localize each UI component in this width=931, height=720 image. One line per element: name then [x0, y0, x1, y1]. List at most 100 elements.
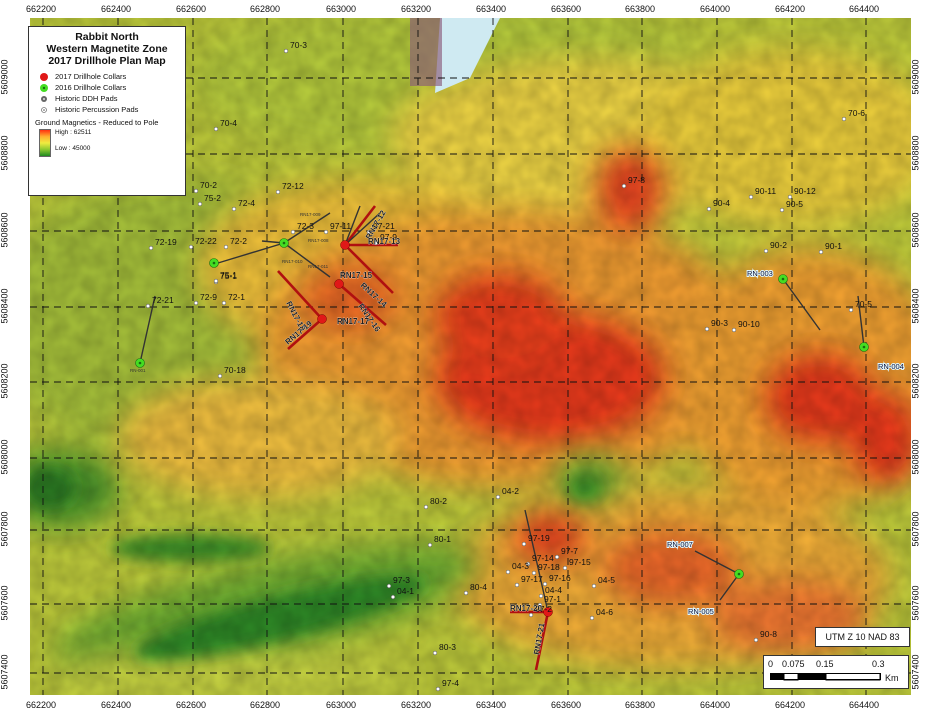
y-tick-label-left: 5607600 [0, 585, 10, 621]
collar-2017[interactable] [334, 279, 344, 289]
color-ramp-bar [39, 129, 51, 157]
y-tick-label-right: 5609000 [910, 59, 921, 95]
pad-label: 90-5 [786, 199, 803, 209]
x-tick-label-bottom: 663800 [625, 700, 656, 710]
x-tick-label-top: 664400 [849, 4, 880, 14]
historic-pad-dot[interactable] [521, 541, 527, 547]
historic-pad-dot[interactable] [554, 554, 560, 560]
y-tick-label-left: 5608600 [0, 212, 10, 248]
pad-label: 90-2 [770, 240, 787, 250]
y-tick-label-left: 5609000 [0, 59, 10, 95]
historic-pad-dot[interactable] [223, 244, 229, 250]
small-circle-icon [37, 105, 51, 115]
pad-label: 72-12 [282, 181, 304, 191]
pad-label: 97-3 [393, 575, 410, 585]
pad-label: 90-8 [760, 629, 777, 639]
collar-2017[interactable] [340, 240, 350, 250]
pad-label: 70-5 [855, 299, 872, 309]
historic-pad-dot[interactable] [427, 542, 433, 548]
historic-pad-dot[interactable] [731, 327, 737, 333]
historic-pad-dot[interactable] [423, 504, 429, 510]
y-tick-label-left: 5608400 [0, 288, 10, 324]
historic-pad-dot[interactable] [562, 565, 568, 571]
historic-pad-dot[interactable] [197, 201, 203, 207]
pad-label: 90-10 [738, 319, 760, 329]
hole-label-2016: RN-004 [878, 362, 904, 371]
ramp-low-label: Low : 45000 [55, 145, 91, 152]
historic-pad-dot[interactable] [753, 637, 759, 643]
pad-label: 97-7 [561, 546, 578, 556]
pad-label: 80-1 [434, 534, 451, 544]
projection-label: UTM Z 10 NAD 83 [815, 627, 910, 647]
collar-2017[interactable] [317, 314, 327, 324]
x-tick-label-top: 663800 [625, 4, 656, 14]
historic-pad-dot[interactable] [432, 650, 438, 656]
historic-pad-dot[interactable] [435, 686, 441, 692]
pad-label: 90-12 [794, 186, 816, 196]
pad-label: 72-2 [230, 236, 247, 246]
historic-pad-dot[interactable] [231, 206, 237, 212]
historic-pad-dot[interactable] [275, 189, 281, 195]
historic-pad-dot[interactable] [848, 307, 854, 313]
historic-pad-dot[interactable] [213, 278, 219, 284]
historic-pad-dot[interactable] [763, 248, 769, 254]
historic-pad-dot[interactable] [505, 569, 511, 575]
green-dot-icon [37, 83, 51, 93]
hole-label-2017: RN17-17 [337, 317, 370, 326]
pad-label: 04-3 [512, 561, 529, 571]
scale-label-1: 0.075 [782, 659, 805, 669]
legend-title-line-1: Rabbit North [75, 31, 139, 43]
pad-label: 90-3 [711, 318, 728, 328]
historic-pad-dot[interactable] [145, 303, 151, 309]
historic-pad-dot[interactable] [390, 594, 396, 600]
historic-pad-dot[interactable] [514, 582, 520, 588]
small-hole-label: RN17-008 [308, 238, 329, 243]
pad-label: 72-1 [228, 292, 245, 302]
historic-pad-dot[interactable] [217, 373, 223, 379]
scale-bar-graphic [770, 673, 881, 681]
legend-title-line-3: 2017 Drillhole Plan Map [48, 55, 166, 67]
historic-pad-dot[interactable] [841, 116, 847, 122]
historic-pad-dot[interactable] [193, 188, 199, 194]
historic-pad-dot[interactable] [386, 583, 392, 589]
x-tick-label-top: 662800 [250, 4, 281, 14]
historic-pad-dot[interactable] [779, 207, 785, 213]
historic-pad-dot[interactable] [528, 612, 534, 618]
x-tick-label-bottom: 663400 [476, 700, 507, 710]
ramp-high-label: High : 62511 [55, 129, 92, 136]
historic-pad-dot[interactable] [221, 300, 227, 306]
historic-pad-dot[interactable] [193, 300, 199, 306]
historic-pad-dot[interactable] [538, 593, 544, 599]
x-tick-label-bottom: 664200 [775, 700, 806, 710]
historic-pad-dot[interactable] [188, 244, 194, 250]
historic-pad-dot[interactable] [463, 590, 469, 596]
historic-pad-dot[interactable] [589, 615, 595, 621]
pad-label: 70-2 [200, 180, 217, 190]
historic-pad-dot[interactable] [818, 249, 824, 255]
historic-pad-dot[interactable] [213, 126, 219, 132]
collar-2016-center [282, 241, 286, 245]
historic-pad-dot[interactable] [748, 194, 754, 200]
x-tick-label-bottom: 663000 [326, 700, 357, 710]
historic-pad-dot[interactable] [706, 206, 712, 212]
historic-pad-dot[interactable] [283, 48, 289, 54]
pad-label: 72-22 [195, 236, 217, 246]
collar-2016-center [781, 277, 785, 281]
x-tick-label-bottom: 662800 [250, 700, 281, 710]
historic-pad-dot[interactable] [148, 245, 154, 251]
historic-pad-dot[interactable] [290, 229, 296, 235]
historic-pad-dot[interactable] [621, 183, 627, 189]
x-tick-label-bottom: 662600 [176, 700, 207, 710]
pad-label: 04-2 [502, 486, 519, 496]
historic-pad-dot[interactable] [495, 494, 501, 500]
pad-label: 97-4 [442, 678, 459, 688]
historic-pad-dot[interactable] [704, 326, 710, 332]
scale-label-2: 0.15 [816, 659, 834, 669]
legend-label: 2017 Drillhole Collars [55, 72, 127, 81]
legend-item-2017-collars: 2017 Drillhole Collars [37, 71, 179, 82]
pad-label: 72-4 [238, 198, 255, 208]
historic-pad-dot[interactable] [323, 229, 329, 235]
legend-title-line-2: Western Magnetite Zone [46, 43, 168, 55]
historic-pad-dot[interactable] [591, 583, 597, 589]
collar-2016-center [138, 361, 142, 365]
